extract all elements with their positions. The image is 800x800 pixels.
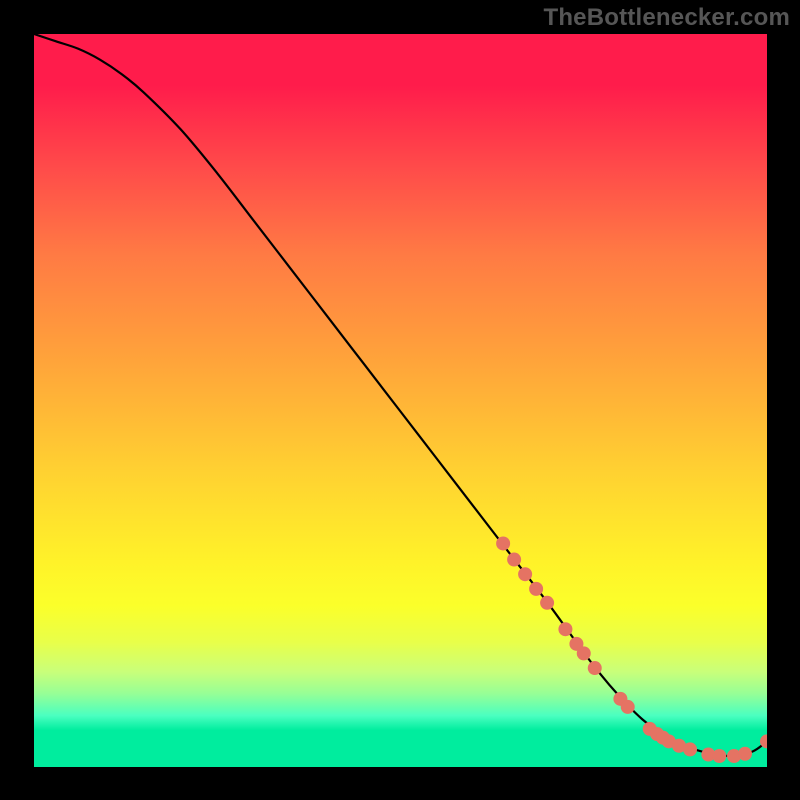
data-marker xyxy=(518,567,532,581)
data-marker xyxy=(529,582,543,596)
data-marker xyxy=(621,700,635,714)
data-marker xyxy=(738,747,752,761)
bottleneck-curve xyxy=(34,34,767,756)
data-marker xyxy=(588,661,602,675)
data-marker xyxy=(540,596,554,610)
data-marker xyxy=(496,536,510,550)
data-marker xyxy=(577,646,591,660)
data-marker xyxy=(507,553,521,567)
data-marker xyxy=(683,742,697,756)
curve-layer xyxy=(34,34,767,767)
markers-group xyxy=(496,536,767,763)
attribution-label: TheBottlenecker.com xyxy=(543,4,790,32)
data-marker xyxy=(558,622,572,636)
data-marker xyxy=(712,749,726,763)
plot-area xyxy=(34,34,767,767)
chart-container: TheBottlenecker.com xyxy=(0,0,800,800)
